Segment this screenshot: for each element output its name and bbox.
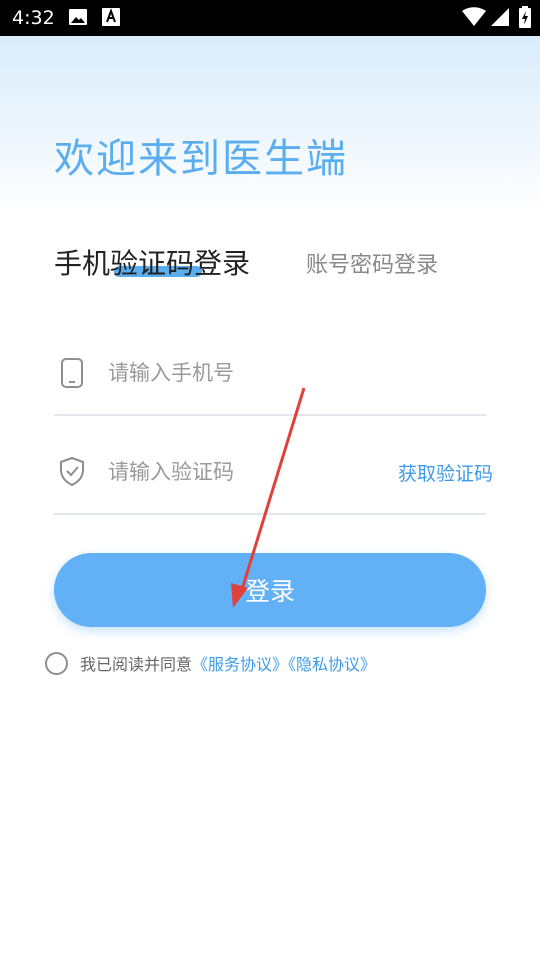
status-time: 4:32 xyxy=(12,7,55,29)
agreement-text: 我已阅读并同意《服务协议》《隐私协议》 xyxy=(80,652,376,678)
agreement-checkbox[interactable] xyxy=(45,652,68,675)
font-download-icon xyxy=(102,8,120,26)
privacy-agreement-link[interactable]: 《隐私协议》 xyxy=(288,655,376,674)
phone-input[interactable] xyxy=(108,356,408,390)
wifi-icon xyxy=(462,7,486,26)
battery-charging-icon xyxy=(519,6,531,28)
login-button[interactable]: 登录 xyxy=(54,553,486,627)
shield-check-icon xyxy=(60,456,84,487)
header-gradient xyxy=(0,36,540,216)
image-icon xyxy=(69,9,87,25)
signal-icon xyxy=(491,8,509,26)
status-bar: 4:32 xyxy=(0,0,540,36)
phone-icon xyxy=(61,358,83,388)
agreement-prefix: 我已阅读并同意 xyxy=(80,655,193,674)
tab-sms-login[interactable]: 手机验证码登录 xyxy=(54,244,250,284)
get-code-button[interactable]: 获取验证码 xyxy=(398,460,493,488)
phone-field xyxy=(54,342,486,416)
tab-password-login[interactable]: 账号密码登录 xyxy=(306,250,438,282)
welcome-title: 欢迎来到医生端 xyxy=(54,136,348,182)
code-input[interactable] xyxy=(108,455,408,489)
service-agreement-link[interactable]: 《服务协议》 xyxy=(192,655,288,674)
